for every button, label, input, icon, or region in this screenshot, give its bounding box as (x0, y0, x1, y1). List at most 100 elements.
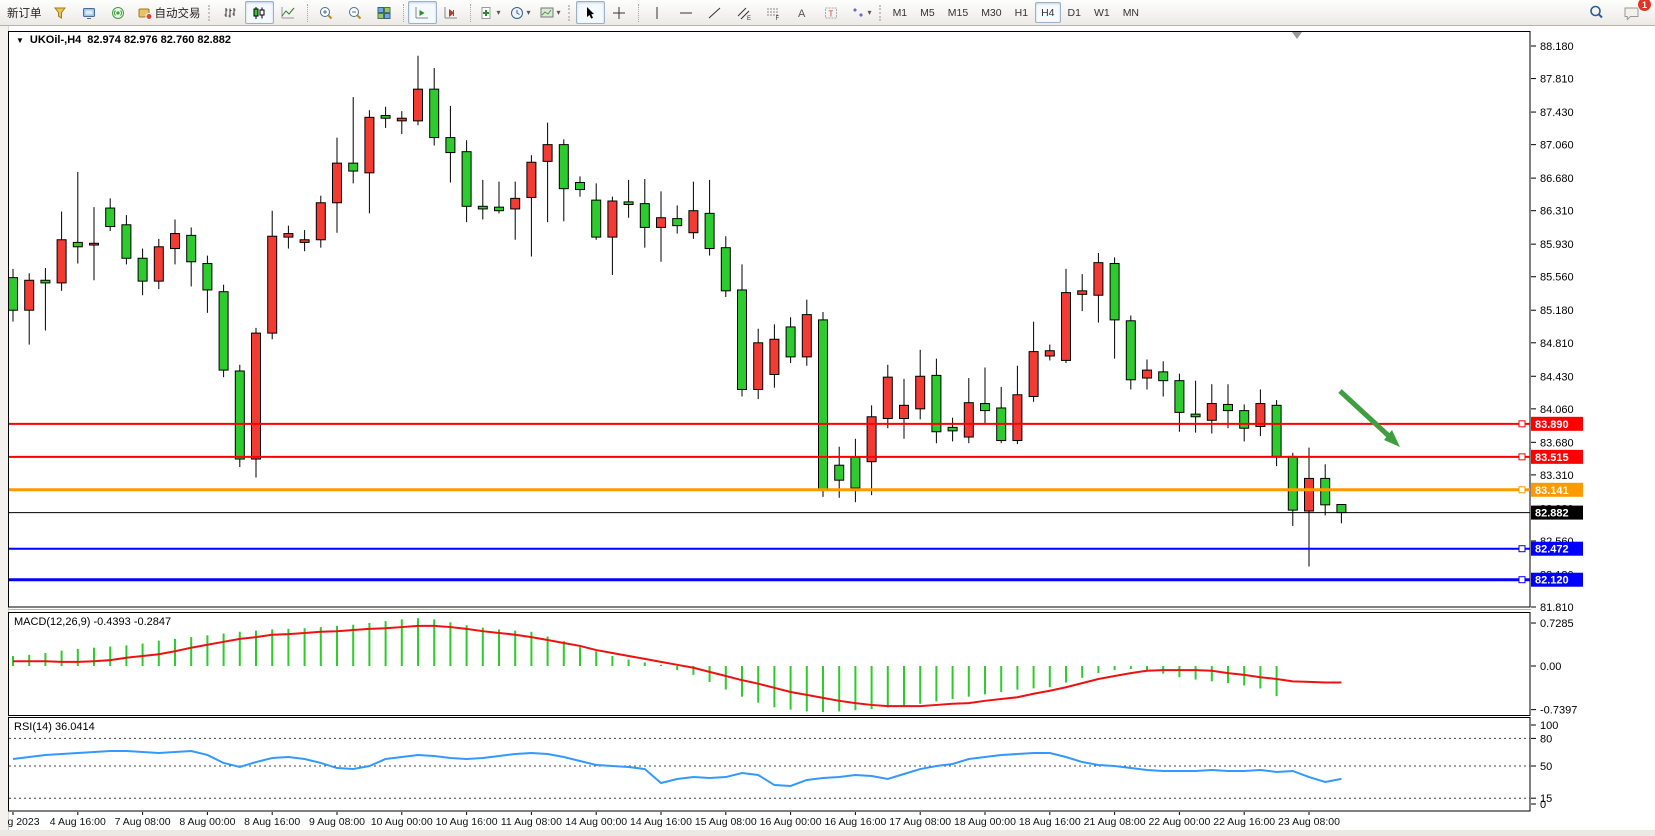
date-label: 10 Aug 00:00 (371, 816, 433, 828)
horizontal-line-tool-button[interactable] (672, 1, 701, 24)
timeframe-button-d1[interactable]: D1 (1062, 2, 1087, 23)
candle-body (1207, 404, 1216, 421)
date-label: 9 Aug 08:00 (309, 816, 365, 828)
price-tick-label: 84.060 (1540, 404, 1574, 416)
candle-body (592, 200, 601, 237)
price-axis-svg[interactable]: 88.18087.81087.43087.06086.68086.31085.9… (1531, 31, 1655, 830)
date-label: 7 Aug 08:00 (115, 816, 171, 828)
candle-body (1175, 381, 1184, 413)
candlestick-chart-button[interactable] (245, 1, 274, 24)
candle-body (851, 457, 860, 488)
candle-body (1110, 264, 1119, 320)
zoom-in-button[interactable] (312, 1, 341, 24)
indicators-button[interactable]: ▾ (475, 1, 505, 24)
price-line-badge-label: 83.141 (1535, 485, 1569, 497)
candle-body (1272, 405, 1281, 456)
candle-body (640, 204, 649, 228)
candle-body (835, 465, 844, 480)
bar-chart-button[interactable] (216, 1, 245, 24)
date-label: 23 Aug 08:00 (1278, 816, 1340, 828)
vertical-line-tool-button[interactable] (643, 1, 672, 24)
candle-body (252, 333, 261, 459)
price-tick-label: 84.430 (1540, 371, 1574, 383)
candle-body (1240, 411, 1249, 429)
zoom-out-button[interactable] (341, 1, 370, 24)
signal-icon (110, 5, 126, 21)
window-bottom-edge (0, 830, 1655, 836)
macd-pane-svg[interactable]: MACD(12,26,9) -0.4393 -0.2847 (8, 612, 1531, 716)
line-drag-marker[interactable] (1519, 454, 1525, 460)
signal-button[interactable] (104, 1, 133, 24)
date-axis-svg[interactable]: 4 Aug 20234 Aug 16:007 Aug 08:008 Aug 00… (8, 812, 1531, 830)
channel-tool-button[interactable]: E (730, 1, 759, 24)
price-line-badge-label: 83.890 (1535, 419, 1569, 431)
candle-body (1126, 321, 1135, 380)
candle-body (819, 320, 828, 490)
rsi-pane-border (9, 718, 1531, 812)
timeframe-button-m30[interactable]: M30 (975, 2, 1007, 23)
candle-body (1191, 414, 1200, 417)
candle-body (462, 152, 471, 207)
line-chart-button[interactable] (274, 1, 303, 24)
chevron-down-icon: ▾ (497, 9, 501, 17)
candle-body (203, 264, 212, 290)
templates-button[interactable]: ▾ (535, 1, 565, 24)
periods-button[interactable]: ▾ (505, 1, 535, 24)
collapse-triangle-icon[interactable]: ▼ (16, 36, 24, 45)
rsi-tick-label: 80 (1540, 733, 1552, 745)
auto-scroll-button[interactable] (408, 1, 437, 24)
main-chart-svg[interactable] (8, 31, 1531, 608)
main-pane-border (9, 32, 1531, 608)
line-drag-marker[interactable] (1519, 546, 1525, 552)
arrows-tool-button[interactable]: ▾ (846, 1, 876, 24)
timeframe-button-m5[interactable]: M5 (914, 2, 941, 23)
timeframe-button-mn[interactable]: MN (1117, 2, 1145, 23)
tile-windows-button[interactable] (370, 1, 399, 24)
text-label-tool-button[interactable]: T (817, 1, 846, 24)
chart-shift-button[interactable] (437, 1, 466, 24)
text-tool-button[interactable]: A (788, 1, 817, 24)
macd-tick-label: 0.00 (1540, 661, 1561, 673)
funnel-button[interactable] (46, 1, 75, 24)
trendline-tool-button[interactable] (701, 1, 730, 24)
timeframe-button-m15[interactable]: M15 (942, 2, 974, 23)
price-tick-label: 87.060 (1540, 140, 1574, 152)
candle-body (333, 163, 342, 203)
search-button[interactable] (1582, 1, 1611, 24)
price-line-badge-label: 82.472 (1535, 544, 1569, 556)
cursor-tool-button[interactable] (576, 1, 605, 24)
arrows-icon (850, 5, 866, 21)
candle-body (1013, 395, 1022, 441)
rsi-pane-svg[interactable]: RSI(14) 36.0414 (8, 717, 1531, 812)
auto-trading-button[interactable]: 自动交易 (133, 1, 205, 24)
timeframe-button-h1[interactable]: H1 (1009, 2, 1034, 23)
candle-body (300, 240, 309, 243)
line-drag-marker[interactable] (1519, 577, 1525, 583)
pane-splitter[interactable] (8, 609, 1531, 610)
candle-body (414, 89, 423, 121)
rsi-tick-label: 0 (1540, 799, 1546, 811)
toolbar-separator (307, 4, 308, 22)
candle-body (430, 89, 439, 137)
date-label: 16 Aug 00:00 (760, 816, 822, 828)
crosshair-tool-button[interactable] (605, 1, 634, 24)
timeframe-button-h4[interactable]: H4 (1035, 2, 1060, 23)
candle-body (673, 219, 682, 226)
line-drag-marker[interactable] (1519, 421, 1525, 427)
price-tick-label: 87.810 (1540, 74, 1574, 86)
macd-tick-label: 0.7285 (1540, 618, 1574, 630)
terminal-button[interactable] (75, 1, 104, 24)
date-label: 18 Aug 16:00 (1019, 816, 1081, 828)
timeframe-button-w1[interactable]: W1 (1088, 2, 1116, 23)
fibonacci-tool-button[interactable]: F (759, 1, 788, 24)
toolbar-grip (568, 5, 573, 21)
price-tick-label: 87.430 (1540, 107, 1574, 119)
funnel-icon (52, 5, 68, 21)
auto-trading-label: 自动交易 (155, 5, 201, 21)
rsi-tick-label: 100 (1540, 720, 1558, 732)
new-order-button[interactable]: 新订单 (3, 1, 46, 24)
candle-body (397, 118, 406, 121)
notifications-button[interactable]: 1 (1617, 1, 1646, 24)
line-drag-marker[interactable] (1519, 487, 1525, 493)
timeframe-button-m1[interactable]: M1 (887, 2, 914, 23)
